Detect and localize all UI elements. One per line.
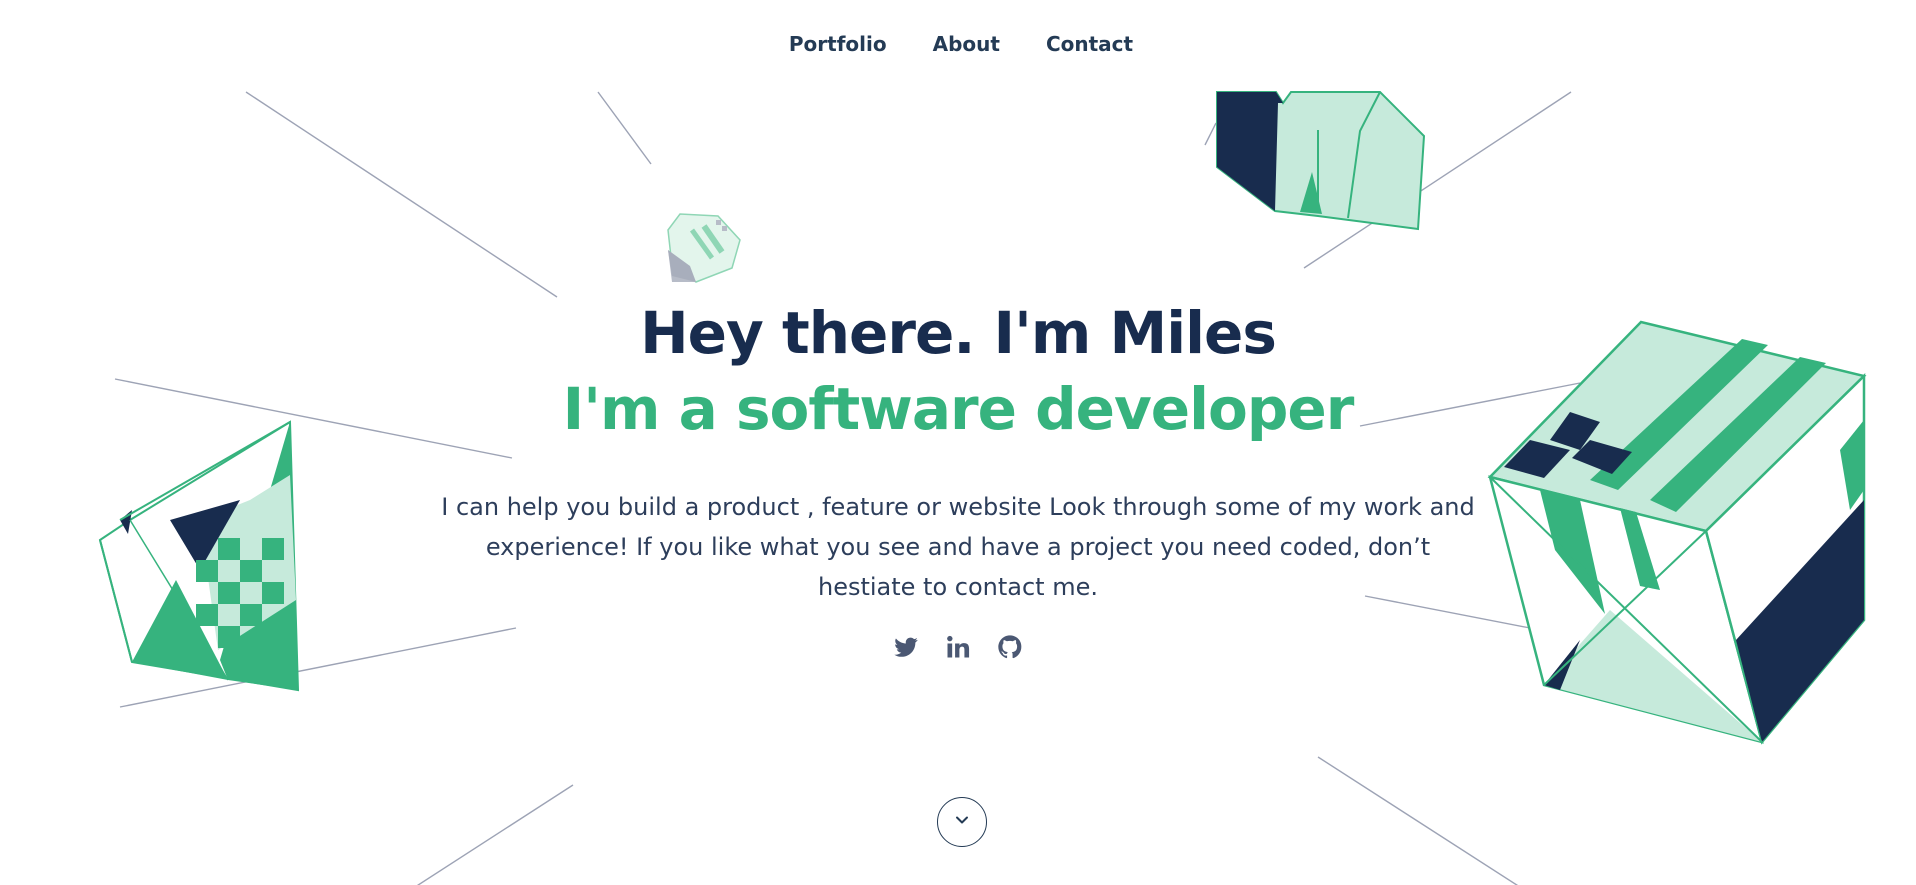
github-icon[interactable] <box>996 633 1024 661</box>
scroll-down-button[interactable] <box>937 797 987 847</box>
hero-title: Hey there. I'm Miles <box>640 299 1277 367</box>
hero-section: Hey there. I'm Miles I'm a software deve… <box>0 295 1916 661</box>
nav-link-about[interactable]: About <box>933 30 1000 58</box>
nav-link-portfolio[interactable]: Portfolio <box>789 30 887 58</box>
small-cube-illustration <box>667 213 741 283</box>
twitter-icon[interactable] <box>892 633 920 661</box>
top-navigation: Portfolio About Contact <box>0 30 1916 58</box>
social-links <box>0 633 1916 661</box>
top-right-cube-illustration <box>1216 91 1426 231</box>
hero-description: I can help you build a product , feature… <box>441 493 1475 601</box>
nav-link-contact[interactable]: Contact <box>1046 30 1133 58</box>
chevron-down-icon <box>952 810 972 834</box>
portfolio-landing-page: Portfolio About Contact Hey there. I'm M… <box>0 0 1916 885</box>
hero-subtitle: I'm a software developer <box>562 375 1355 443</box>
linkedin-icon[interactable] <box>944 633 972 661</box>
